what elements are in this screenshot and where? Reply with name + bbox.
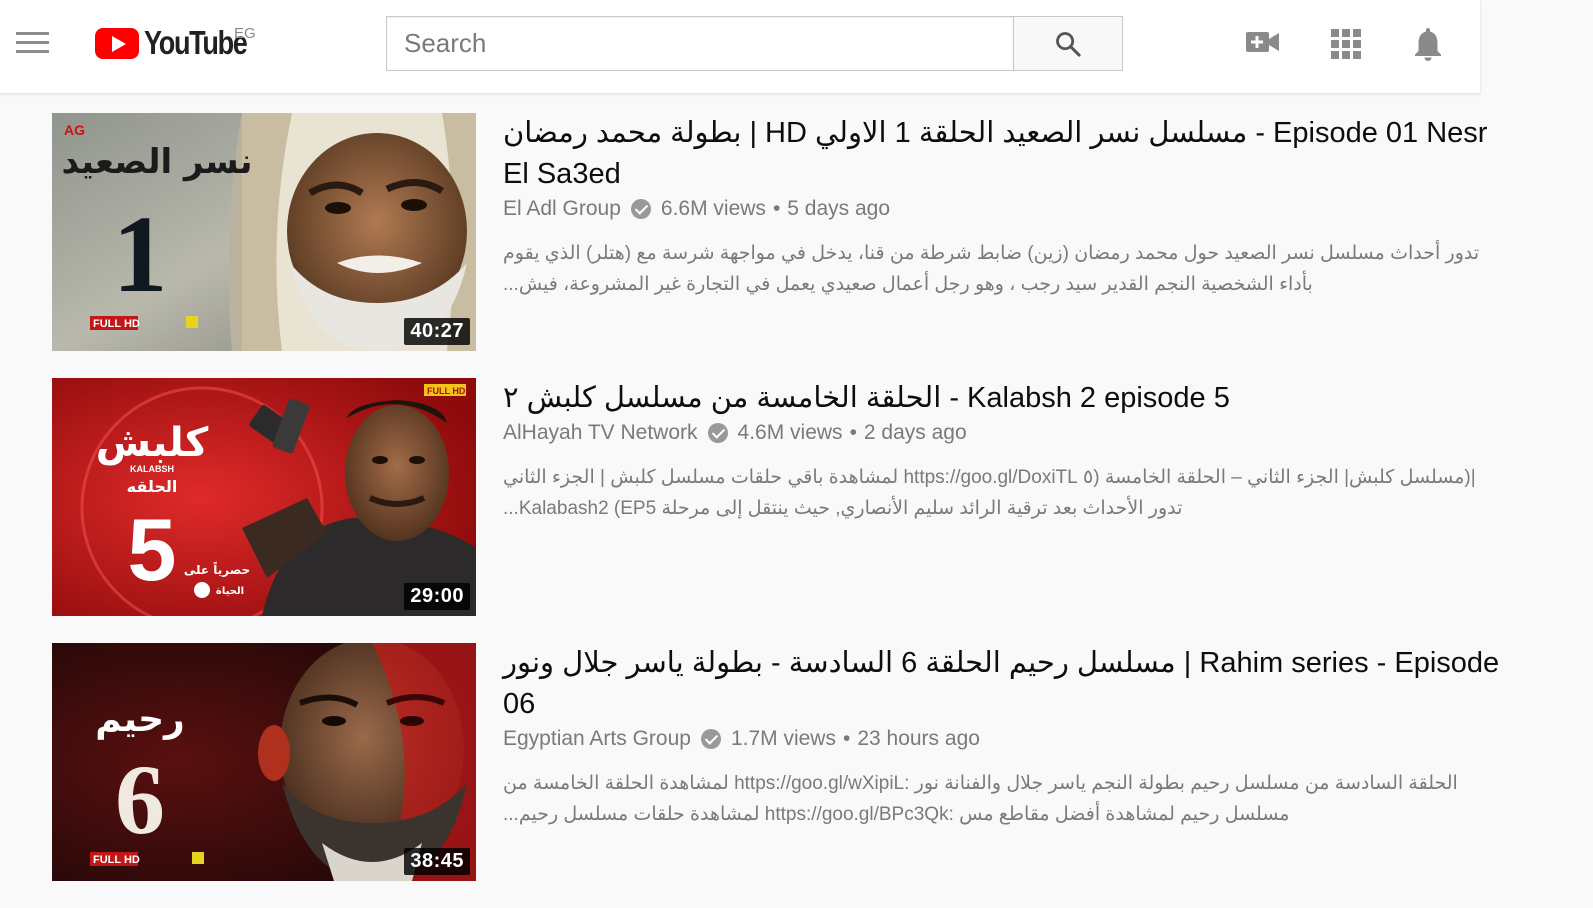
separator-dot: • [842,727,851,750]
video-camera-plus-icon[interactable] [1245,27,1281,57]
video-meta: Egyptian Arts Group 1.7M views • 23 hour… [503,727,1513,751]
separator-dot: • [772,197,781,220]
video-thumbnail[interactable]: كلبش KALABSH الحلقه 5 حصرياً على الحياة … [52,378,476,616]
country-code: EG [234,25,256,42]
video-info: الحلقة الخامسة من مسلسل كلبش ٢ - Kalabsh… [503,378,1513,524]
verified-icon [700,729,721,749]
video-result[interactable]: رحيم 6 FULL HD 38:45 مسلسل رحيم الحلقة 6… [52,643,1522,908]
thumb-title: رحيم [95,699,185,740]
logo-text: YouTube [144,24,248,61]
masthead: YouTube EG [0,0,1480,93]
video-description: |(مسلسل كلبش| الجزء الثاني – الحلقة الخا… [503,467,1476,519]
video-thumbnail[interactable]: نسر الصعيد 1 AG FULL HD 40:27 [52,113,476,351]
video-meta: AlHayah TV Network 4.6M views • 2 days a… [503,421,1513,445]
separator-dot: • [849,421,857,444]
thumb-channel: الحياة [216,586,244,597]
video-title[interactable]: مسلسل رحيم الحلقة 6 السادسة - بطولة ياسر… [503,643,1513,725]
channel-name[interactable]: AlHayah TV Network [503,421,698,445]
thumbnail-image: نسر الصعيد 1 AG FULL HD [52,113,476,351]
youtube-play-icon [95,27,139,59]
search-icon [1056,31,1081,57]
verified-icon [630,199,651,219]
thumbnail-image: رحيم 6 FULL HD [52,643,476,881]
upload-age: 23 hours ago [857,727,980,750]
channel-name[interactable]: El Adl Group [503,197,621,221]
apps-grid-icon[interactable] [1330,28,1362,60]
thumb-badge-hd: FULL HD [93,854,140,866]
upload-age: 5 days ago [787,197,891,220]
thumb-label: الحلقه [127,477,178,496]
video-duration: 40:27 [404,318,470,345]
search-bar [386,16,1123,71]
search-results: نسر الصعيد 1 AG FULL HD 40:27 بطولة محمد… [52,113,1522,908]
video-duration: 38:45 [404,848,470,875]
bell-icon[interactable] [1412,26,1444,62]
menu-icon[interactable] [16,30,49,56]
thumb-title: كلبش [96,420,209,466]
video-meta: El Adl Group 6.6M views • 5 days ago [503,197,1513,221]
thumb-number: 6 [115,744,165,855]
search-input[interactable] [386,16,1013,71]
video-result[interactable]: نسر الصعيد 1 AG FULL HD 40:27 بطولة محمد… [52,113,1522,378]
video-title[interactable]: بطولة محمد رمضان | HD مسلسل نسر الصعيد ا… [503,113,1513,195]
thumb-badge-hd: FULL HD [93,318,140,330]
video-title[interactable]: الحلقة الخامسة من مسلسل كلبش ٢ - Kalabsh… [503,378,1513,419]
thumb-exclusive: حصرياً على [184,561,250,577]
thumb-number: 1 [113,193,168,315]
view-count: 1.7M views [730,727,836,750]
thumb-title: نسر الصعيد [62,142,253,182]
video-result[interactable]: كلبش KALABSH الحلقه 5 حصرياً على الحياة … [52,378,1522,643]
video-description: تدور أحداث مسلسل نسر الصعيد حول محمد رمض… [503,243,1480,295]
thumb-badge-hd: FULL HD [427,386,466,396]
view-count: 6.6M views [660,197,766,220]
search-button[interactable] [1013,16,1123,71]
thumbnail-image: كلبش KALABSH الحلقه 5 حصرياً على الحياة … [52,378,476,616]
thumb-subtitle: KALABSH [130,464,174,474]
video-thumbnail[interactable]: رحيم 6 FULL HD 38:45 [52,643,476,881]
video-duration: 29:00 [404,583,470,610]
channel-name[interactable]: Egyptian Arts Group [503,727,691,751]
verified-icon [707,423,728,443]
youtube-logo[interactable]: YouTube EG [95,22,269,64]
thumb-badge-ag: AG [64,122,85,138]
video-info: مسلسل رحيم الحلقة 6 السادسة - بطولة ياسر… [503,643,1513,830]
upload-age: 2 days ago [863,421,967,444]
thumb-number: 5 [128,500,177,599]
video-description: الحلقة السادسة من مسلسل رحيم بطولة النجم… [503,773,1458,825]
view-count: 4.6M views [737,421,843,444]
video-info: بطولة محمد رمضان | HD مسلسل نسر الصعيد ا… [503,113,1513,300]
